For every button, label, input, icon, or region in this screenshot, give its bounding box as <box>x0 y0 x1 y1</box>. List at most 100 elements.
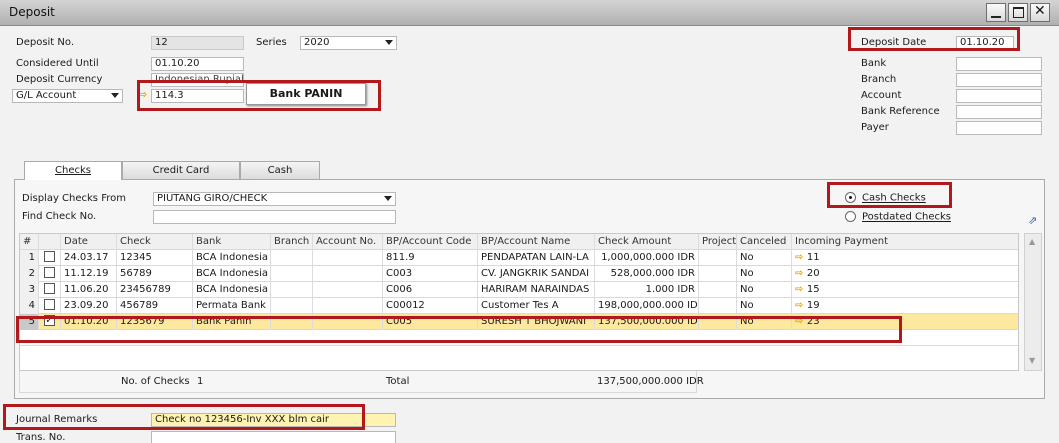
account-field[interactable] <box>956 89 1042 103</box>
cell-amount: 528,000.000 IDR <box>595 266 699 282</box>
cell-bank: Permata Bank <box>193 298 271 314</box>
payment-number: 19 <box>806 300 820 311</box>
journal-remarks-field[interactable]: Check no 123456-Inv XXX blm cair <box>151 413 396 427</box>
table-row[interactable]: 1 24.03.17 12345 BCA Indonesia 811.9 PENDAPAT… <box>20 250 1018 266</box>
cell-check: 456789 <box>117 298 193 314</box>
cell-branch <box>271 266 313 282</box>
row-checkbox[interactable] <box>39 250 61 266</box>
expand-icon[interactable]: ⇗ <box>1028 214 1037 227</box>
table-row[interactable]: 4 23.09.20 456789 Permata Bank C00012 Custome… <box>20 298 1018 314</box>
scroll-down-icon[interactable]: ▼ <box>1029 356 1035 365</box>
checkbox-icon[interactable] <box>44 283 55 294</box>
gl-account-field[interactable]: 114.3 <box>151 89 244 103</box>
col-header-code[interactable]: BP/Account Code <box>383 234 478 250</box>
series-select[interactable]: 2020 <box>300 36 397 50</box>
minimize-button[interactable] <box>986 3 1006 22</box>
checkbox-icon[interactable] <box>44 299 55 310</box>
considered-until-field[interactable]: 01.10.20 <box>151 57 244 71</box>
col-header-amount[interactable]: Check Amount <box>595 234 699 250</box>
col-header-check[interactable]: Check <box>117 234 193 250</box>
checkmark-icon[interactable]: ✓ <box>44 315 55 326</box>
bank-reference-field[interactable] <box>956 105 1042 119</box>
checks-table: # Date Check Bank Branch Account No. BP/… <box>19 233 1019 371</box>
table-row[interactable]: 3 11.06.20 23456789 BCA Indonesia C006 HARIRA… <box>20 282 1018 298</box>
cell-date: 24.03.17 <box>61 250 117 266</box>
col-header-name[interactable]: BP/Account Name <box>478 234 595 250</box>
maximize-icon <box>1013 7 1024 18</box>
col-header-account[interactable]: Account No. <box>313 234 383 250</box>
tab-credit-card[interactable]: Credit Card <box>122 161 240 179</box>
row-checkbox[interactable]: ✓ <box>39 314 61 330</box>
row-checkbox[interactable] <box>39 298 61 314</box>
postdated-checks-radio[interactable]: Postdated Checks <box>845 211 951 223</box>
table-row-empty <box>20 330 1018 346</box>
cell-branch <box>271 314 313 330</box>
link-arrow-icon[interactable]: ⇨ <box>795 316 807 327</box>
cell-check: 23456789 <box>117 282 193 298</box>
tab-checks[interactable]: Checks <box>24 161 122 180</box>
find-check-input[interactable] <box>153 210 396 224</box>
checkbox-icon[interactable] <box>44 267 55 278</box>
cell-date: 11.06.20 <box>61 282 117 298</box>
cell-code: C003 <box>383 266 478 282</box>
cell-branch <box>271 250 313 266</box>
payer-label: Payer <box>861 122 889 133</box>
trans-no-field[interactable] <box>151 431 396 443</box>
table-scrollbar[interactable]: ⇗ ▲ ▼ <box>1024 214 1042 371</box>
table-row[interactable]: 5 ✓ 01.10.20 1235679 Bank Panin C005 SURESH T … <box>20 314 1018 330</box>
cell-name: HARIRAM NARAINDAS <box>478 282 595 298</box>
scroll-up-icon[interactable]: ▲ <box>1029 237 1035 246</box>
no-of-checks-value: 1 <box>197 376 204 387</box>
col-header-branch[interactable]: Branch <box>271 234 313 250</box>
col-header-select[interactable] <box>39 234 61 250</box>
considered-until-label: Considered Until <box>16 58 99 69</box>
row-checkbox[interactable] <box>39 282 61 298</box>
maximize-button[interactable] <box>1008 3 1028 22</box>
minimize-icon <box>991 16 1001 18</box>
cell-account <box>313 250 383 266</box>
cell-amount: 198,000,000.000 IDR <box>595 298 699 314</box>
deposit-date-field[interactable]: 01.10.20 <box>956 36 1014 50</box>
checkbox-icon[interactable] <box>44 251 55 262</box>
row-checkbox[interactable] <box>39 266 61 282</box>
link-arrow-icon[interactable]: ⇨ <box>795 284 807 295</box>
cell-name: SURESH T BHOJWANI <box>478 314 595 330</box>
cell-check: 56789 <box>117 266 193 282</box>
display-from-select[interactable]: PIUTANG GIRO/CHECK <box>153 192 396 206</box>
cell-code: 811.9 <box>383 250 478 266</box>
cell-date: 01.10.20 <box>61 314 117 330</box>
table-header-row: # Date Check Bank Branch Account No. BP/… <box>20 234 1018 250</box>
tab-cash[interactable]: Cash <box>240 161 320 179</box>
cell-date: 11.12.19 <box>61 266 117 282</box>
col-header-canceled[interactable]: Canceled <box>737 234 792 250</box>
col-header-project[interactable]: Project <box>699 234 737 250</box>
table-row[interactable]: 2 11.12.19 56789 BCA Indonesia C003 CV. JANGK… <box>20 266 1018 282</box>
bank-reference-label: Bank Reference <box>861 106 940 117</box>
cash-checks-radio[interactable]: Cash Checks <box>845 192 926 204</box>
deposit-no-field[interactable]: 12 <box>151 36 244 50</box>
window-title: Deposit <box>9 5 55 19</box>
payer-field[interactable] <box>956 121 1042 135</box>
col-header-date[interactable]: Date <box>61 234 117 250</box>
col-header-payment[interactable]: Incoming Payment <box>792 234 1018 250</box>
link-arrow-icon[interactable]: ⇨ <box>795 252 807 263</box>
series-label: Series <box>256 37 287 48</box>
bank-field[interactable] <box>956 57 1042 71</box>
link-arrow-icon[interactable]: ⇨ <box>795 268 807 279</box>
close-button[interactable]: ✕ <box>1030 3 1050 22</box>
chevron-down-icon <box>384 196 392 201</box>
account-label: Account <box>861 90 902 101</box>
branch-label: Branch <box>861 74 897 85</box>
gl-account-select[interactable]: G/L Account <box>12 89 123 103</box>
total-label: Total <box>386 376 410 387</box>
cell-payment: ⇨ 11 <box>792 250 1018 266</box>
cell-branch <box>271 282 313 298</box>
cell-payment: ⇨ 20 <box>792 266 1018 282</box>
link-arrow-icon[interactable]: ⇨ <box>138 88 147 101</box>
link-arrow-icon[interactable]: ⇨ <box>795 300 807 311</box>
branch-field[interactable] <box>956 73 1042 87</box>
cell-account <box>313 298 383 314</box>
currency-field[interactable]: Indonesian Rupiah <box>151 73 244 87</box>
col-header-no[interactable]: # <box>20 234 39 250</box>
col-header-bank[interactable]: Bank <box>193 234 271 250</box>
